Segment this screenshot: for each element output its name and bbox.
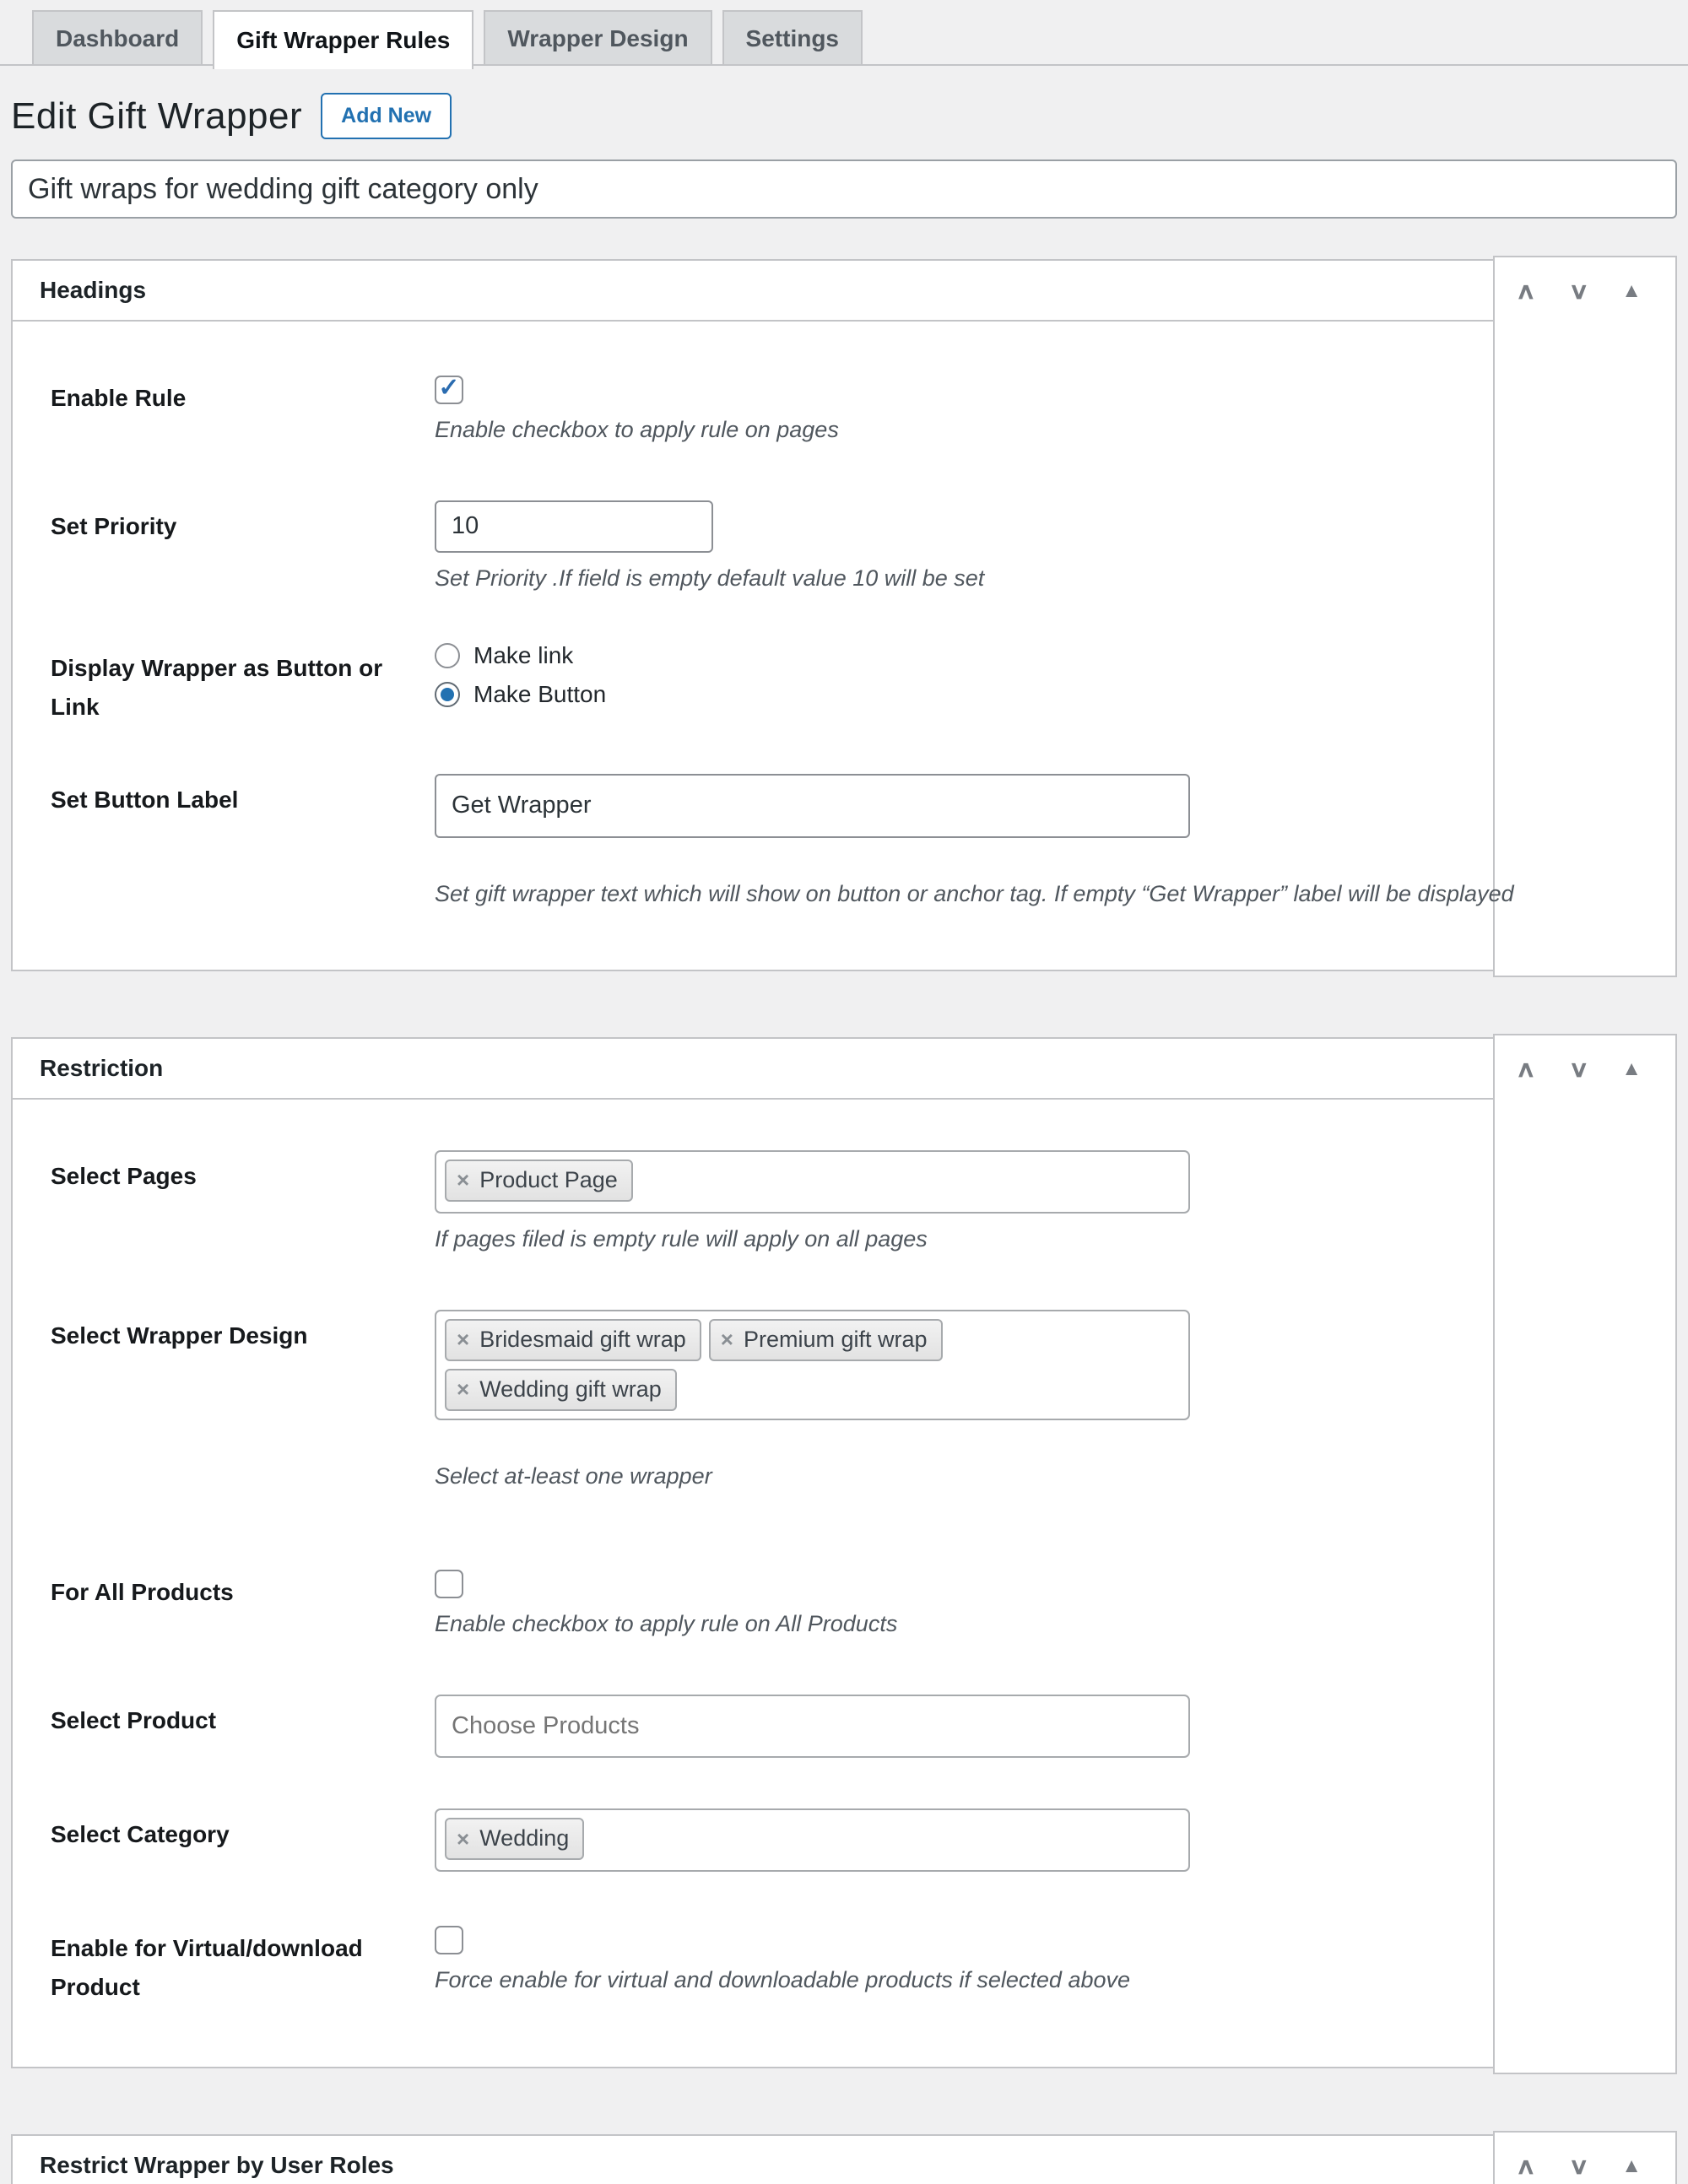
toggle-panel-icon[interactable]: ▲	[1621, 281, 1642, 301]
tag-label: Product Page	[479, 1167, 618, 1193]
field-help-text: Force enable for virtual and downloadabl…	[435, 1965, 1637, 1997]
user-roles-metabox-header: Restrict Wrapper by User Roles	[13, 2136, 1675, 2184]
tab-wrapper-design[interactable]: Wrapper Design	[484, 10, 711, 64]
field-help-text: If pages filed is empty rule will apply …	[435, 1224, 1637, 1256]
tab-settings[interactable]: Settings	[722, 10, 863, 64]
radio-unchecked-icon[interactable]	[435, 643, 460, 668]
remove-tag-icon[interactable]: ×	[457, 1169, 469, 1191]
field-label: Select Pages	[51, 1150, 435, 1196]
field-label: Enable Rule	[51, 372, 435, 418]
move-down-icon[interactable]: ∨	[1568, 1057, 1589, 1080]
make-link-radio-option[interactable]: Make link	[435, 642, 1637, 669]
field-label: Enable for Virtual/download Product	[51, 1922, 435, 2007]
move-up-icon[interactable]: ∧	[1515, 1057, 1536, 1080]
select-product-row: Select Product Choose Products	[51, 1695, 1637, 1758]
remove-tag-icon[interactable]: ×	[457, 1328, 469, 1350]
selected-tag: × Product Page	[445, 1160, 633, 1202]
set-priority-row: Set Priority Set Priority .If field is e…	[51, 500, 1637, 595]
virtual-product-checkbox[interactable]	[435, 1926, 463, 1954]
select-category-row: Select Category × Wedding	[51, 1808, 1637, 1872]
field-help-text: Set gift wrapper text which will show on…	[435, 878, 1637, 911]
field-label: Set Button Label	[51, 774, 435, 819]
field-help-text: Set Priority .If field is empty default …	[435, 563, 1637, 595]
field-label: Select Category	[51, 1808, 435, 1854]
select-pages-row: Select Pages × Product Page If pages fil…	[51, 1150, 1637, 1256]
field-label: Display Wrapper as Button or Link	[51, 642, 435, 727]
page-header: Edit Gift Wrapper Add New	[11, 93, 1669, 139]
restriction-metabox-content: Select Pages × Product Page If pages fil…	[13, 1100, 1675, 2067]
field-label: Select Wrapper Design	[51, 1310, 435, 1355]
select-product-multiselect[interactable]: Choose Products	[435, 1695, 1190, 1758]
restriction-metabox-header: Restriction	[13, 1039, 1675, 1100]
metabox-handle-actions: ∧ ∨ ▲	[1515, 1039, 1642, 1100]
move-up-icon[interactable]: ∧	[1515, 2154, 1536, 2177]
enable-rule-checkbox[interactable]: ✓	[435, 376, 463, 404]
toggle-panel-icon[interactable]: ▲	[1621, 1059, 1642, 1079]
make-button-radio-option[interactable]: Make Button	[435, 681, 1637, 708]
move-down-icon[interactable]: ∨	[1568, 279, 1589, 302]
for-all-products-row: For All Products Enable checkbox to appl…	[51, 1566, 1637, 1641]
enable-rule-row: Enable Rule ✓ Enable checkbox to apply r…	[51, 372, 1637, 446]
select-wrapper-design-row: Select Wrapper Design × Bridesmaid gift …	[51, 1310, 1637, 1493]
remove-tag-icon[interactable]: ×	[457, 1378, 469, 1400]
move-up-icon[interactable]: ∧	[1515, 279, 1536, 302]
remove-tag-icon[interactable]: ×	[721, 1328, 733, 1350]
user-roles-metabox: ∧ ∨ ▲ Restrict Wrapper by User Roles Sel…	[11, 2134, 1677, 2184]
display-wrapper-row: Display Wrapper as Button or Link Make l…	[51, 642, 1637, 727]
headings-metabox-content: Enable Rule ✓ Enable checkbox to apply r…	[13, 322, 1675, 970]
rule-title-input[interactable]	[11, 159, 1677, 219]
selected-tag: × Wedding gift wrap	[445, 1369, 677, 1411]
checkmark-icon: ✓	[438, 376, 459, 401]
page-title: Edit Gift Wrapper	[11, 95, 302, 138]
radio-checked-icon[interactable]	[435, 682, 460, 707]
tag-label: Wedding gift wrap	[479, 1376, 662, 1403]
metabox-title: Restrict Wrapper by User Roles	[40, 2152, 394, 2179]
button-label-input[interactable]	[435, 774, 1190, 838]
metabox-title: Headings	[40, 277, 146, 304]
all-products-checkbox[interactable]	[435, 1570, 463, 1598]
move-down-icon[interactable]: ∨	[1568, 2154, 1589, 2177]
selected-tag: × Premium gift wrap	[709, 1319, 943, 1361]
metabox-title: Restriction	[40, 1055, 163, 1082]
priority-input[interactable]	[435, 500, 713, 553]
add-new-button[interactable]: Add New	[321, 93, 452, 139]
tab-dashboard[interactable]: Dashboard	[32, 10, 203, 64]
restriction-metabox: ∧ ∨ ▲ Restriction Select Pages × Product…	[11, 1037, 1677, 2068]
field-label: Set Priority	[51, 500, 435, 546]
field-label: Select Product	[51, 1695, 435, 1740]
field-help-text: Enable checkbox to apply rule on All Pro…	[435, 1608, 1637, 1641]
tab-gift-wrapper-rules[interactable]: Gift Wrapper Rules	[213, 10, 473, 69]
wrapper-design-multiselect[interactable]: × Bridesmaid gift wrap × Premium gift wr…	[435, 1310, 1190, 1420]
radio-label: Make link	[473, 642, 573, 669]
select-category-multiselect[interactable]: × Wedding	[435, 1808, 1190, 1872]
tag-label: Premium gift wrap	[744, 1327, 928, 1353]
tag-label: Wedding	[479, 1825, 569, 1852]
headings-metabox: ∧ ∨ ▲ Headings Enable Rule ✓ Enable chec…	[11, 259, 1677, 971]
tag-label: Bridesmaid gift wrap	[479, 1327, 686, 1353]
toggle-panel-icon[interactable]: ▲	[1621, 2156, 1642, 2176]
remove-tag-icon[interactable]: ×	[457, 1828, 469, 1850]
set-button-label-row: Set Button Label Set gift wrapper text w…	[51, 774, 1637, 911]
selected-tag: × Bridesmaid gift wrap	[445, 1319, 701, 1361]
radio-label: Make Button	[473, 681, 606, 708]
virtual-product-row: Enable for Virtual/download Product Forc…	[51, 1922, 1637, 2007]
multiselect-placeholder: Choose Products	[445, 1712, 639, 1740]
field-help-text: Select at-least one wrapper	[435, 1461, 1637, 1493]
selected-tag: × Wedding	[445, 1818, 584, 1860]
metabox-handle-actions: ∧ ∨ ▲	[1515, 2136, 1642, 2184]
headings-metabox-header: Headings	[13, 261, 1675, 322]
tab-bar: Dashboard Gift Wrapper Rules Wrapper Des…	[0, 0, 1688, 66]
field-label: For All Products	[51, 1566, 435, 1612]
select-pages-multiselect[interactable]: × Product Page	[435, 1150, 1190, 1214]
metabox-handle-actions: ∧ ∨ ▲	[1515, 261, 1642, 322]
field-help-text: Enable checkbox to apply rule on pages	[435, 414, 1637, 446]
